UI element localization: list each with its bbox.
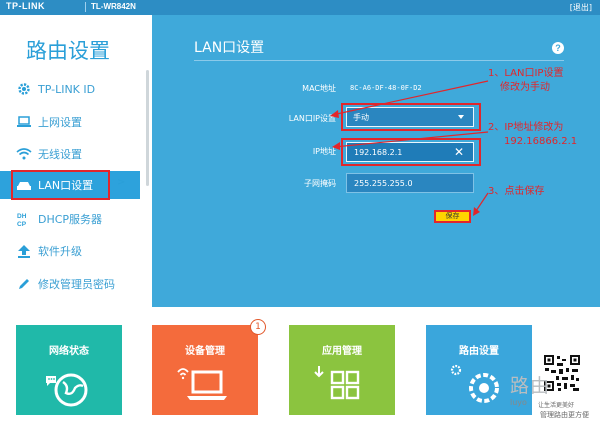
wifi-icon (16, 146, 32, 162)
settings-gear-icon (450, 364, 499, 403)
apps-grid-icon (314, 366, 360, 400)
brand-divider (85, 2, 86, 12)
sidebar-item-upgrade[interactable]: 软件升级 (0, 237, 140, 265)
laptop-icon (16, 114, 32, 130)
sidebar-item-wireless[interactable]: 无线设置 (0, 140, 140, 168)
watermark-subtitle: 管理路由更方便 (540, 411, 589, 419)
annotation-arrows (330, 80, 489, 216)
sidebar: 路由设置 TP-LINK ID 上网设置 无线设置 LAN口设置 DH CP DH… (0, 15, 152, 307)
annotation-arrowhead-2 (332, 142, 340, 150)
svg-text:CP: CP (17, 221, 27, 227)
tile-label: 路由设置 (459, 346, 499, 357)
upload-icon (16, 243, 32, 259)
annotation-arrowhead-3 (473, 207, 480, 216)
globe-icon (46, 373, 88, 407)
svg-text:DH: DH (17, 213, 27, 220)
annotation-arrowhead-1 (330, 110, 339, 118)
sidebar-item-dhcp[interactable]: DH CP DHCP服务器 (0, 205, 140, 233)
sidebar-title: 路由设置 (26, 39, 110, 63)
main-panel: LAN口设置 ? MAC地址 8C-A6-DF-48-0F-D2 LAN口IP设… (152, 15, 600, 307)
laptop-wifi-icon (177, 368, 227, 400)
annotation-arrow-1 (331, 80, 489, 116)
top-bar: TP-LINK TL-WR842N [退出] (0, 0, 600, 15)
sidebar-item-label: 上网设置 (38, 116, 82, 129)
tile-app-management[interactable]: 应用管理 (289, 325, 395, 415)
tile-network-status[interactable]: 网络状态 (16, 325, 122, 415)
sidebar-item-label: 软件升级 (38, 245, 82, 258)
notification-badge: 1 (250, 319, 266, 335)
watermark-brand: 路由 (510, 375, 551, 397)
sidebar-item-label: TP-LINK ID (38, 82, 96, 96)
tile-label: 网络状态 (49, 346, 89, 357)
sidebar-item-tplink-id[interactable]: TP-LINK ID (0, 75, 140, 103)
pencil-icon (16, 276, 32, 292)
active-item-arrow: > (117, 177, 126, 188)
dhcp-icon: DH CP (16, 211, 32, 227)
tp-link-logo: TP-LINK (6, 1, 45, 11)
sidebar-item-label: DHCP服务器 (38, 213, 103, 226)
gear-icon (16, 81, 32, 97)
router-model: TL-WR842N (91, 2, 136, 11)
watermark-tagline: 让生活更美好 (538, 402, 575, 409)
sidebar-item-password[interactable]: 修改管理员密码 (0, 270, 140, 298)
tile-label: 设备管理 (185, 346, 225, 357)
sidebar-item-label: 无线设置 (38, 148, 82, 161)
sidebar-item-internet[interactable]: 上网设置 (0, 108, 140, 136)
sidebar-scrollbar[interactable] (146, 70, 149, 186)
bottom-tile-bar: 网络状态 设备管理 1 应用管理 路由设置 路由 luyo 让生活更美好 管理路… (0, 307, 600, 433)
annotation-arrow-2 (333, 131, 489, 148)
watermark-url: luyo (510, 398, 527, 407)
sidebar-item-label: 修改管理员密码 (38, 278, 115, 291)
exit-link[interactable]: [退出] (570, 2, 592, 13)
tile-label: 应用管理 (322, 346, 362, 357)
annotation-box-lan (11, 170, 110, 200)
tile-device-management[interactable]: 设备管理 (152, 325, 258, 415)
